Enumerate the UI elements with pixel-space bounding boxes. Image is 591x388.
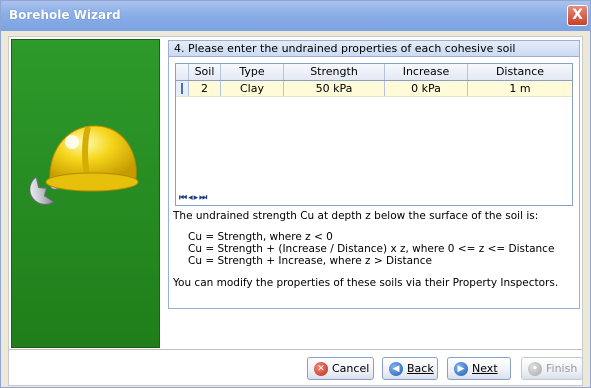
formula-line: Cu = Strength + (Increase / Distance) x … [188,243,555,255]
next-button[interactable]: ▶ Next [447,357,511,380]
row-selector[interactable] [176,81,189,96]
grid-navigator[interactable]: ⏮◂▸⏭ [179,193,208,203]
formula-line: Cu = Strength + Increase, where z > Dist… [188,255,432,267]
finish-button: • Finish [521,357,583,380]
cell-distance[interactable]: 1 m [468,81,572,96]
info-intro: The undrained strength Cu at depth z bel… [173,210,539,222]
cell-increase[interactable]: 0 kPa [385,81,468,96]
info-note: You can modify the properties of these s… [173,277,559,289]
title-bar[interactable]: Borehole Wizard X [1,1,590,31]
step-title: 4. Please enter the undrained properties… [169,41,579,57]
column-header-type[interactable]: Type [221,64,284,80]
soil-properties-grid[interactable]: Soil Type Strength Increase Distance 2 C… [175,63,573,206]
cell-soil[interactable]: 2 [189,81,221,96]
column-header-distance[interactable]: Distance [468,64,572,80]
finish-icon: • [528,361,542,376]
grid-header-row: Soil Type Strength Increase Distance [176,64,572,81]
table-row[interactable]: 2 Clay 50 kPa 0 kPa 1 m [176,81,572,97]
button-separator [9,349,582,350]
info-text: The undrained strength Cu at depth z bel… [173,210,577,289]
next-arrow-icon: ▶ [454,361,468,376]
cancel-icon: ✕ [314,361,328,376]
back-button-label: Back [407,362,434,375]
cancel-button-label: Cancel [332,362,370,375]
cancel-button[interactable]: ✕ Cancel [307,357,374,380]
finish-button-label: Finish [546,362,578,375]
grid-header-selector [176,64,189,80]
formula-line: Cu = Strength, where z < 0 [188,231,333,243]
back-button[interactable]: ◀ Back [382,357,438,380]
column-header-soil[interactable]: Soil [189,64,221,80]
hardhat-wrench-icon [30,125,139,205]
column-header-strength[interactable]: Strength [284,64,385,80]
cell-type[interactable]: Clay [221,81,284,96]
step-panel: 4. Please enter the undrained properties… [168,40,580,309]
close-button[interactable]: X [567,5,588,26]
window-title: Borehole Wizard [9,8,121,22]
side-panel [11,39,160,348]
next-button-label: Next [472,362,498,375]
row-indicator-icon [181,83,183,94]
column-header-increase[interactable]: Increase [385,64,468,80]
back-arrow-icon: ◀ [389,361,403,376]
cell-strength[interactable]: 50 kPa [284,81,385,96]
